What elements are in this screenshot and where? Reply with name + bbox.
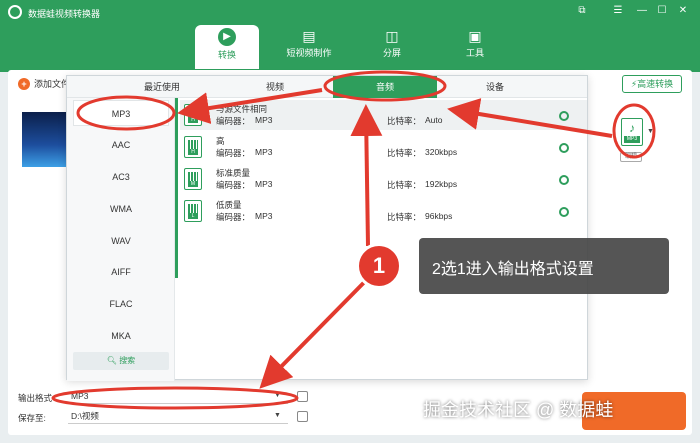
bitrate-label: 比特率： (387, 212, 422, 222)
step-number-badge: 1 (356, 243, 402, 289)
codec-value: MP3 (255, 179, 273, 189)
menu-icon[interactable]: ☰ (609, 3, 627, 19)
tab-convert-label: 转换 (217, 50, 236, 60)
bitrate-label: 比特率： (387, 148, 422, 158)
quality-icon: L (184, 200, 202, 222)
format-search-label: 搜索 (119, 356, 136, 365)
format-item-aac[interactable]: AAC (73, 132, 169, 158)
tab-convert[interactable]: ▶ 转换 (195, 25, 259, 69)
quality-name: 与源文件相同 (216, 104, 268, 114)
music-note-icon: ♪ (629, 121, 635, 135)
fast-convert-label: 高速转换 (637, 79, 674, 89)
tab-device[interactable]: 设备 (437, 76, 553, 98)
gear-icon[interactable] (559, 175, 569, 185)
format-item-mp3[interactable]: MP3 (73, 100, 169, 126)
codec-label: 编码器： (216, 180, 251, 190)
gear-icon[interactable] (559, 143, 569, 153)
format-item-aiff[interactable]: AIFF (73, 259, 169, 285)
tab-tools-label: 工具 (465, 48, 484, 58)
gear-icon[interactable] (559, 111, 569, 121)
tab-audio[interactable]: 音频 (333, 76, 437, 98)
search-icon: 🔍︎ (106, 356, 117, 365)
chevron-down-icon[interactable]: ▼ (274, 392, 281, 399)
tab-video[interactable]: 视频 (217, 76, 333, 98)
film-icon: ▤ (302, 28, 316, 44)
app-logo-icon (8, 5, 22, 19)
watermark: 掘金技术社区 @ 数据蛙 (423, 400, 614, 420)
codec-label: 编码器： (216, 116, 251, 126)
folder-icon[interactable] (297, 411, 308, 422)
quality-row-high[interactable]: H 高 编码器： MP3 比特率： 320kbps (180, 132, 587, 162)
codec-label: 编码器： (216, 148, 251, 158)
quality-icon: M (184, 168, 202, 190)
quality-row-same-as-source[interactable]: H 与源文件相同 编码器： MP3 比特率： Auto (180, 100, 587, 130)
popup-tab-bar: 最近使用 视频 音频 设备 (67, 76, 587, 98)
save-to-label: 保存至: (18, 413, 46, 423)
quality-name: 低质量 (216, 200, 242, 210)
output-format-icon[interactable]: ♪ MP3 (621, 118, 643, 146)
toolbox-icon: ▣ (468, 28, 482, 44)
codec-value: MP3 (255, 115, 273, 125)
feedback-icon[interactable]: ⧉ (573, 3, 591, 19)
annotation-text: 2选1进入输出格式设置 (432, 261, 594, 278)
chevron-down-icon[interactable]: ▼ (647, 128, 654, 135)
format-settings-icon[interactable] (297, 391, 308, 402)
format-item-wma[interactable]: WMA (73, 196, 169, 222)
app-title: 数据蛙视频转换器 (28, 9, 101, 19)
tab-short-video[interactable]: ▤ 短视频制作 (277, 25, 341, 67)
format-search-button[interactable]: 🔍︎ 搜索 (73, 352, 169, 370)
bitrate-value: Auto (425, 115, 443, 125)
output-format-select[interactable]: MP3 (68, 388, 288, 404)
format-item-wav[interactable]: WAV (73, 228, 169, 254)
quality-name: 标准质量 (216, 168, 251, 178)
tab-recent[interactable]: 最近使用 (107, 76, 217, 98)
annotation-callout: 2选1进入输出格式设置 (419, 238, 669, 294)
bitrate-value: 192kbps (425, 179, 458, 189)
chevron-down-icon[interactable]: ▼ (274, 412, 281, 419)
format-popup: 最近使用 视频 音频 设备 MP3 AAC AC3 WMA WAV AIFF F… (66, 75, 588, 381)
quality-name: 高 (216, 136, 225, 146)
format-item-flac[interactable]: FLAC (73, 291, 169, 317)
quality-row-low[interactable]: L 低质量 编码器： MP3 比特率： 96kbps (180, 196, 587, 226)
bitrate-label: 比特率： (387, 116, 422, 126)
split-screen-icon: ◫ (385, 28, 399, 44)
format-item-ac3[interactable]: AC3 (73, 164, 169, 190)
fast-convert-button[interactable]: ⚡高速转换 (622, 75, 682, 93)
format-item-mka[interactable]: MKA (73, 323, 169, 349)
minimize-button[interactable]: — (633, 3, 651, 19)
codec-value: MP3 (255, 147, 273, 157)
tab-tools[interactable]: ▣ 工具 (443, 25, 507, 67)
output-format-icon-label: MP3 (624, 136, 640, 143)
bitrate-value: 96kbps (425, 211, 453, 221)
title-bar: 数据蛙视频转换器 ⧉ ☰ — ☐ ✕ ▶ 转换 ▤ 短视频制作 ◫ 分屏 ▣ 工… (0, 0, 700, 72)
tab-split-screen-label: 分屏 (382, 48, 401, 58)
plus-icon: + (18, 78, 30, 90)
bitrate-label: 比特率： (387, 180, 422, 190)
output-format-label: 输出格式 (18, 393, 53, 403)
codec-label: 编码器： (216, 212, 251, 222)
edit-format-button[interactable]: 编辑 (620, 152, 642, 162)
convert-icon: ▶ (218, 28, 236, 46)
quality-row-standard[interactable]: M 标准质量 编码器： MP3 比特率： 192kbps (180, 164, 587, 194)
gear-icon[interactable] (559, 207, 569, 217)
format-list-scrollbar[interactable] (175, 98, 178, 278)
bitrate-value: 320kbps (425, 147, 458, 157)
add-file-label: 添加文件 (34, 79, 71, 89)
tab-split-screen[interactable]: ◫ 分屏 (360, 25, 424, 67)
format-list: MP3 AAC AC3 WMA WAV AIFF FLAC MKA (67, 98, 175, 381)
maximize-button[interactable]: ☐ (653, 3, 671, 19)
add-file-button[interactable]: + 添加文件 (18, 77, 70, 90)
save-to-field[interactable]: D:\视频 (68, 408, 288, 424)
quality-icon: H (184, 136, 202, 158)
quality-icon: H (184, 104, 202, 126)
close-button[interactable]: ✕ (674, 3, 692, 19)
tab-short-video-label: 短视频制作 (286, 48, 332, 58)
codec-value: MP3 (255, 211, 273, 221)
